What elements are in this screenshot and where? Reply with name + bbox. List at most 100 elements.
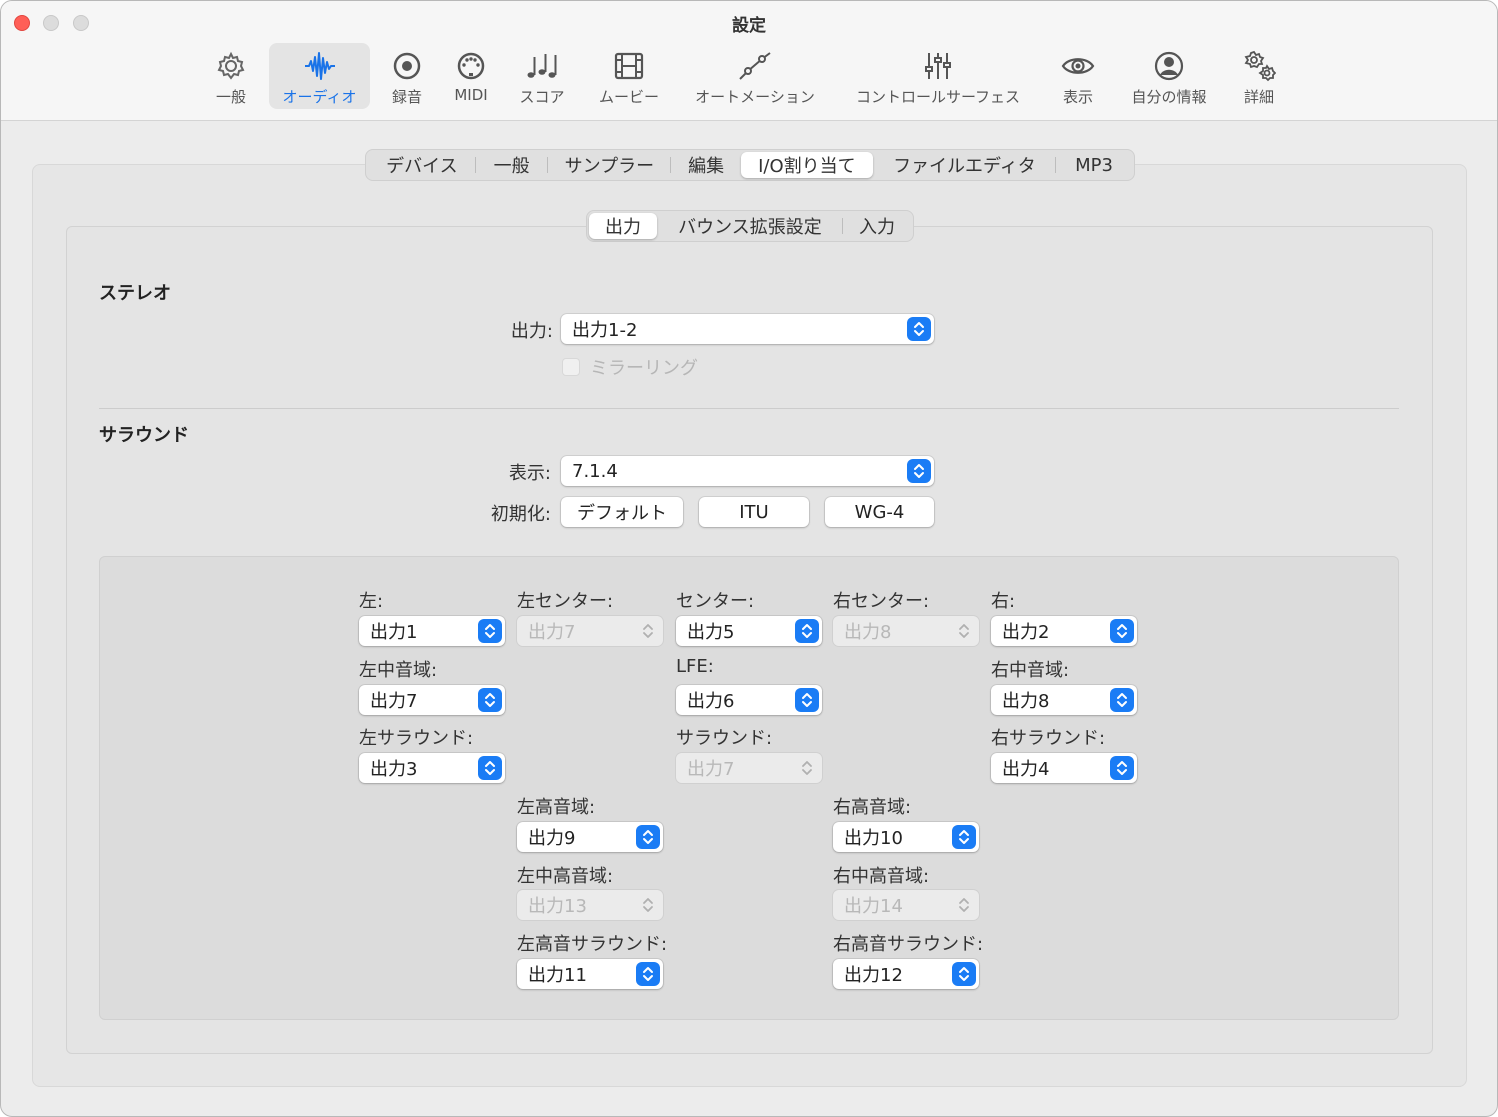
channel-right-label: 右:: [991, 591, 1016, 612]
channel-left-popup[interactable]: 出力1: [359, 616, 505, 646]
tab-devices[interactable]: デバイス: [368, 152, 476, 178]
channel-right-mid-popup[interactable]: 出力8: [991, 685, 1137, 715]
chevron-updown-icon: [952, 893, 976, 917]
channel-right-center-label: 右センター:: [833, 591, 930, 612]
surround-display-popup[interactable]: 7.1.4: [561, 456, 934, 486]
toolbar-advanced-label: 詳細: [1243, 88, 1274, 106]
chevron-updown-icon: [1110, 619, 1134, 643]
init-itu-button[interactable]: ITU: [699, 497, 809, 527]
toolbar-record-label: 録音: [391, 88, 422, 106]
toolbar-display-label: 表示: [1062, 88, 1093, 106]
chevron-updown-icon: [907, 317, 931, 341]
title-bar: 設定 一般 オーディオ 録音 MIDI スコア ムービー オートメーション コン…: [1, 1, 1497, 121]
subtab-output[interactable]: 出力: [589, 213, 657, 239]
tab-edit[interactable]: 編集: [671, 152, 741, 178]
stereo-output-popup[interactable]: 出力1-2: [561, 314, 934, 344]
midi-connector-icon: [457, 52, 485, 80]
channel-left-value: 出力1: [370, 622, 418, 643]
channel-left-top-mid-label: 左中高音域:: [517, 866, 614, 887]
channel-right-top-mid-value: 出力14: [844, 896, 903, 917]
channel-left-top-popup[interactable]: 出力9: [517, 822, 663, 852]
stereo-section-title: ステレオ: [99, 283, 171, 304]
film-icon: [614, 52, 644, 80]
channel-right-top-popup[interactable]: 出力10: [833, 822, 979, 852]
channel-right-top-mid-label: 右中高音域:: [833, 866, 930, 887]
toolbar-movie[interactable]: ムービー: [591, 43, 667, 109]
subtab-input[interactable]: 入力: [843, 213, 911, 239]
preferences-window: 設定 一般 オーディオ 録音 MIDI スコア ムービー オートメーション コン…: [0, 0, 1498, 1117]
music-notes-icon: [527, 54, 557, 78]
channel-center-value: 出力5: [687, 622, 735, 643]
channel-lfe-popup[interactable]: 出力6: [676, 685, 822, 715]
audio-tab-bar: デバイス 一般 サンプラー 編集 I/O割り当て ファイルエディタ MP3: [365, 149, 1135, 181]
mirroring-checkbox[interactable]: [562, 358, 580, 376]
channel-center-popup[interactable]: 出力5: [676, 616, 822, 646]
toolbar-automation[interactable]: オートメーション: [685, 43, 825, 109]
channel-surround-value: 出力7: [687, 759, 735, 780]
channel-left-mid-popup[interactable]: 出力7: [359, 685, 505, 715]
channel-left-center-label: 左センター:: [517, 591, 614, 612]
chevron-updown-icon: [478, 688, 502, 712]
channel-right-top-surround-label: 右高音サラウンド:: [833, 934, 984, 955]
subtab-bounce-extensions[interactable]: バウンス拡張設定: [657, 213, 843, 239]
chevron-updown-icon: [795, 688, 819, 712]
chevron-updown-icon: [478, 619, 502, 643]
channel-right-mid-value: 出力8: [1002, 691, 1050, 712]
toolbar-display[interactable]: 表示: [1051, 43, 1105, 109]
channel-left-top-label: 左高音域:: [517, 797, 596, 818]
chevron-updown-icon: [795, 756, 819, 780]
channel-surround-popup: 出力7: [676, 753, 822, 783]
tab-io-assignments[interactable]: I/O割り当て: [741, 152, 873, 178]
channel-left-surround-popup[interactable]: 出力3: [359, 753, 505, 783]
channel-left-top-mid-value: 出力13: [528, 896, 587, 917]
channel-left-surround-value: 出力3: [370, 759, 418, 780]
toolbar-audio[interactable]: オーディオ: [269, 43, 370, 109]
io-subtab-bar: 出力 バウンス拡張設定 入力: [586, 210, 914, 242]
channel-right-top-surround-popup[interactable]: 出力12: [833, 959, 979, 989]
chevron-updown-icon: [952, 619, 976, 643]
chevron-updown-icon: [1110, 688, 1134, 712]
channel-right-value: 出力2: [1002, 622, 1050, 643]
tab-general[interactable]: 一般: [476, 152, 548, 178]
channel-right-surround-popup[interactable]: 出力4: [991, 753, 1137, 783]
init-wg4-button[interactable]: WG-4: [825, 497, 934, 527]
chevron-updown-icon: [636, 825, 660, 849]
toolbar-control-surfaces[interactable]: コントロールサーフェス: [843, 43, 1033, 109]
init-default-button[interactable]: デフォルト: [561, 497, 683, 527]
gears-icon: [1244, 50, 1276, 82]
channel-left-center-value: 出力7: [528, 622, 576, 643]
toolbar-general[interactable]: 一般: [201, 43, 261, 109]
channel-left-mid-value: 出力7: [370, 691, 418, 712]
chevron-updown-icon: [478, 756, 502, 780]
toolbar-advanced[interactable]: 詳細: [1231, 43, 1287, 109]
channel-left-surround-label: 左サラウンド:: [359, 728, 474, 749]
channel-lfe-label: LFE:: [676, 656, 714, 677]
gear-icon: [217, 51, 245, 80]
tab-mp3[interactable]: MP3: [1056, 152, 1132, 178]
toolbar-control-surfaces-label: コントロールサーフェス: [855, 88, 1021, 106]
toolbar-record[interactable]: 録音: [381, 43, 433, 109]
window-title: 設定: [732, 16, 766, 36]
chevron-updown-icon: [952, 825, 976, 849]
chevron-updown-icon: [636, 893, 660, 917]
channel-right-center-popup: 出力8: [833, 616, 979, 646]
toolbar-movie-label: ムービー: [598, 88, 659, 106]
surround-display-label: 表示:: [508, 463, 551, 484]
channel-right-top-label: 右高音域:: [833, 797, 912, 818]
faders-icon: [925, 53, 951, 79]
channel-left-top-surround-popup[interactable]: 出力11: [517, 959, 663, 989]
tab-sampler[interactable]: サンプラー: [548, 152, 672, 178]
channel-right-popup[interactable]: 出力2: [991, 616, 1137, 646]
tab-file-editor[interactable]: ファイルエディタ: [873, 152, 1057, 178]
stereo-output-value: 出力1-2: [572, 320, 638, 341]
toolbar-score[interactable]: スコア: [511, 43, 573, 109]
toolbar-my-info[interactable]: 自分の情報: [1123, 43, 1215, 109]
toolbar-automation-label: オートメーション: [695, 88, 815, 106]
waveform-icon: [304, 52, 335, 80]
channel-left-top-surround-label: 左高音サラウンド:: [517, 934, 668, 955]
toolbar-audio-label: オーディオ: [282, 88, 357, 106]
channel-right-center-value: 出力8: [844, 622, 892, 643]
toolbar-midi[interactable]: MIDI: [443, 43, 499, 109]
surround-section-title: サラウンド: [99, 425, 189, 446]
channel-right-top-value: 出力10: [844, 828, 903, 849]
